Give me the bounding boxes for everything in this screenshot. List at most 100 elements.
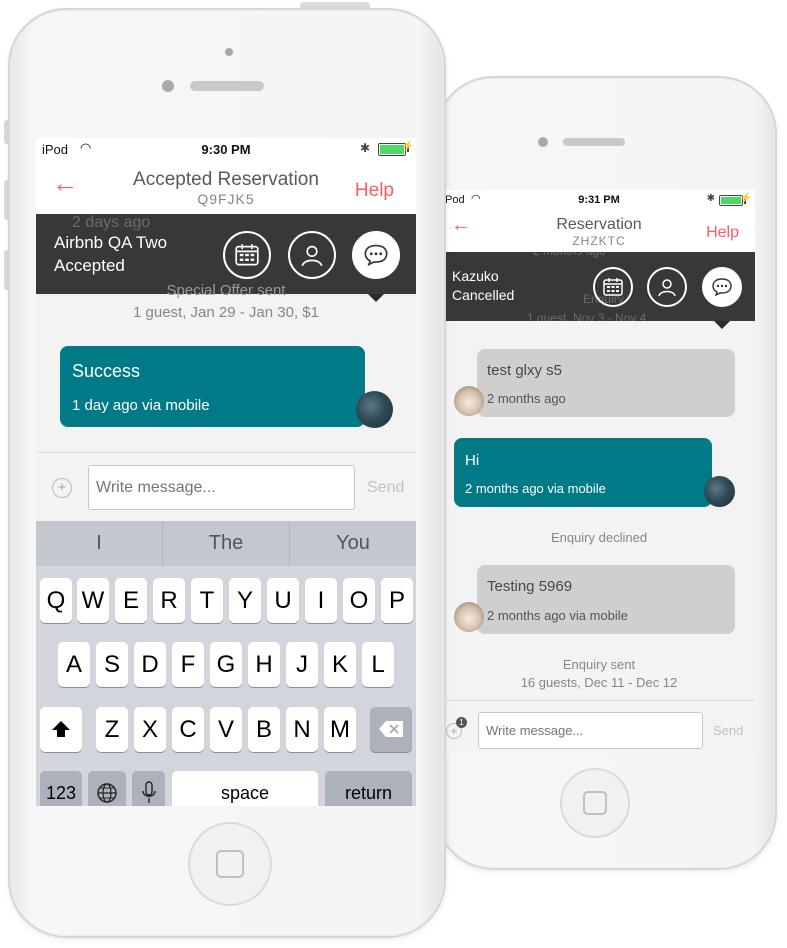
key-b[interactable]: B xyxy=(248,707,280,752)
key-n[interactable]: N xyxy=(286,707,318,752)
status-bar: iPod ◠ 9:30 PM ✱ ⚡ xyxy=(36,138,416,160)
key-r[interactable]: R xyxy=(153,578,185,623)
reservation-overlay: 2 months ago Kazuko Cancelled Enquiry 1 … xyxy=(443,244,755,325)
message-input[interactable] xyxy=(478,712,703,749)
key-t[interactable]: T xyxy=(191,578,223,623)
return-key[interactable]: return xyxy=(325,771,412,806)
globe-icon xyxy=(97,783,117,803)
guest-name: Airbnb QA Two xyxy=(54,233,168,252)
calendar-button[interactable] xyxy=(223,231,271,279)
speaker xyxy=(190,81,264,91)
messages-button[interactable] xyxy=(352,231,400,279)
send-button[interactable]: Send xyxy=(713,723,743,738)
backspace-icon xyxy=(379,721,403,737)
key-s[interactable]: S xyxy=(96,642,128,687)
key-p[interactable]: P xyxy=(381,578,413,623)
messages-button[interactable] xyxy=(702,267,742,307)
bluetooth-icon: ✱ xyxy=(359,141,370,155)
speaker xyxy=(563,138,625,146)
bluetooth-icon: ✱ xyxy=(706,193,715,204)
nav-bar: ← Accepted Reservation Q9FJK5 Help xyxy=(36,160,416,214)
key-h[interactable]: H xyxy=(248,642,280,687)
key-u[interactable]: U xyxy=(267,578,299,623)
message-text: test glxy s5 xyxy=(487,362,563,379)
system-message: Enquiry declined xyxy=(550,530,648,545)
key-z[interactable]: Z xyxy=(96,707,128,752)
profile-button[interactable] xyxy=(288,231,336,279)
message-timestamp: 2 months ago xyxy=(487,391,566,406)
profile-button[interactable] xyxy=(647,267,687,307)
system-message: Enquiry sent xyxy=(562,657,636,672)
system-message: 1 guest, Jan 29 - Jan 30, $1 xyxy=(133,304,319,321)
ghost-text: 1 guest, Nov 3 - Nov 4 xyxy=(527,311,647,325)
chat-bubble-icon xyxy=(364,244,388,267)
microphone-icon xyxy=(141,781,156,803)
avatar xyxy=(704,476,735,507)
key-l[interactable]: L xyxy=(362,642,394,687)
calendar-icon xyxy=(235,244,259,266)
dictation-key[interactable] xyxy=(132,771,165,806)
message-bubble: test glxy s5 2 months ago xyxy=(477,349,735,417)
attach-icon[interactable]: + xyxy=(52,478,72,498)
key-e[interactable]: E xyxy=(115,578,147,623)
message-timestamp: 1 day ago via mobile xyxy=(72,397,210,414)
key-y[interactable]: Y xyxy=(229,578,261,623)
system-message: Special Offer sent xyxy=(166,282,286,299)
key-q[interactable]: Q xyxy=(40,578,72,623)
ghost-text: 2 days ago xyxy=(72,214,151,231)
suggestion[interactable]: I xyxy=(36,521,163,566)
key-o[interactable]: O xyxy=(343,578,375,623)
home-button[interactable] xyxy=(188,822,272,906)
key-i[interactable]: I xyxy=(305,578,337,623)
message-text: Testing 5969 xyxy=(487,578,573,595)
chat-bubble-icon xyxy=(712,278,732,297)
send-button[interactable]: Send xyxy=(367,479,404,497)
key-g[interactable]: G xyxy=(210,642,242,687)
reservation-status: Accepted xyxy=(54,256,125,275)
reservation-status: Cancelled xyxy=(452,287,515,303)
message-bubble: Hi 2 months ago via mobile xyxy=(454,438,712,507)
charging-icon: ⚡ xyxy=(739,193,752,204)
charging-icon: ⚡ xyxy=(401,141,414,152)
message-timestamp: 2 months ago via mobile xyxy=(465,481,606,496)
home-button[interactable] xyxy=(560,768,630,838)
composer: + Send xyxy=(36,452,416,522)
avatar xyxy=(454,602,484,632)
message-input[interactable] xyxy=(88,465,355,510)
key-c[interactable]: C xyxy=(172,707,204,752)
help-button[interactable]: Help xyxy=(355,180,394,202)
space-key[interactable]: space xyxy=(172,771,318,806)
key-k[interactable]: K xyxy=(324,642,356,687)
help-button[interactable]: Help xyxy=(706,224,739,242)
globe-key[interactable] xyxy=(88,771,126,806)
shift-arrow-icon xyxy=(52,721,70,737)
backspace-key[interactable] xyxy=(370,707,412,752)
shift-key[interactable] xyxy=(40,707,82,752)
message-bubble: Testing 5969 2 months ago via mobile xyxy=(477,565,735,634)
back-phone-frame: Pod ◠ 9:31 PM ✱ ⚡ ← Reservation ZHZKTC H… xyxy=(435,76,777,870)
home-square-icon xyxy=(216,850,244,878)
front-camera xyxy=(225,48,233,56)
calendar-icon xyxy=(603,278,623,296)
suggestion[interactable]: The xyxy=(163,521,290,566)
front-screen: iPod ◠ 9:30 PM ✱ ⚡ ← Accepted Reservatio… xyxy=(36,138,416,806)
key-f[interactable]: F xyxy=(172,642,204,687)
suggestion[interactable]: You xyxy=(290,521,416,566)
key-d[interactable]: D xyxy=(134,642,166,687)
camera xyxy=(162,80,174,92)
home-square-icon xyxy=(583,791,607,815)
guest-name: Kazuko xyxy=(452,268,499,284)
camera xyxy=(538,137,548,147)
key-w[interactable]: W xyxy=(77,578,109,623)
suggestion-bar: I The You xyxy=(36,521,416,566)
key-j[interactable]: J xyxy=(286,642,318,687)
key-x[interactable]: X xyxy=(134,707,166,752)
key-m[interactable]: M xyxy=(324,707,356,752)
key-v[interactable]: V xyxy=(210,707,242,752)
notification-badge: 1 xyxy=(456,717,467,728)
numbers-key[interactable]: 123 xyxy=(40,771,82,806)
active-tab-pointer xyxy=(714,321,730,329)
avatar xyxy=(356,391,393,428)
calendar-button[interactable] xyxy=(593,267,633,307)
key-a[interactable]: A xyxy=(58,642,90,687)
